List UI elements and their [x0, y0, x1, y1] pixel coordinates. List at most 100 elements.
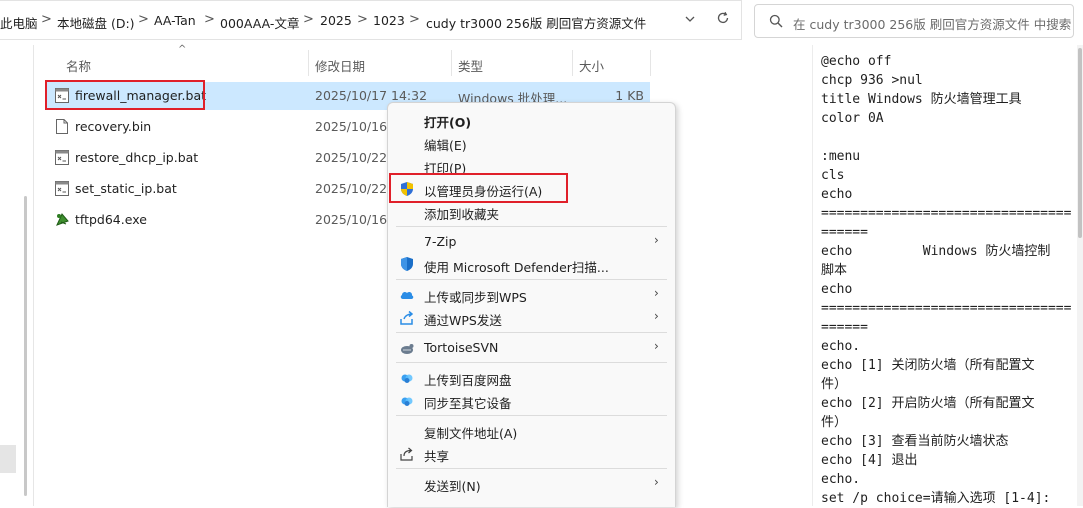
code-line: echo [2] 开启防火墙（所有配置文	[821, 396, 1035, 411]
menu-item-add-to-favorites[interactable]: 添加到收藏夹	[424, 204, 499, 223]
code-line: title Windows 防火墙管理工具	[821, 92, 1022, 107]
code-line: 件）	[821, 415, 848, 430]
menu-divider	[396, 415, 667, 416]
file-date: 2025/10/17 14:32	[315, 88, 428, 103]
search-placeholder: 在 cudy tr3000 256版 刷回官方资源文件 中搜索	[793, 17, 1072, 32]
code-line: echo.	[821, 472, 861, 487]
menu-item-send-via-wps[interactable]: 通过WPS发送	[424, 310, 502, 329]
breadcrumb-1023[interactable]: 1023	[373, 13, 405, 28]
chevron-right-icon: ›	[654, 475, 659, 489]
breadcrumb-separator[interactable]: >	[138, 12, 149, 27]
menu-divider	[396, 332, 667, 333]
navigation-pane[interactable]	[0, 45, 34, 506]
refresh-icon[interactable]	[716, 11, 730, 29]
breadcrumb-aa-tan[interactable]: AA-Tan	[154, 13, 196, 28]
column-header-size[interactable]: 大小	[579, 56, 604, 75]
preview-scrollbar-thumb[interactable]	[1078, 48, 1082, 238]
file-date: 2025/10/16	[315, 212, 388, 227]
menu-item-upload-baidu[interactable]: 上传到百度网盘	[424, 370, 512, 389]
menu-item-edit[interactable]: 编辑(E)	[424, 135, 467, 154]
batch-file-icon	[55, 181, 69, 196]
code-line: ================================	[821, 301, 1072, 316]
preview-text: @echo off chcp 936 >nul title Windows 防火…	[821, 52, 1073, 508]
menu-item-send-to[interactable]: 发送到(N)	[424, 476, 481, 495]
file-date: 2025/10/22	[315, 150, 388, 165]
file-date: 2025/10/16	[315, 119, 388, 134]
menu-item-copy-path[interactable]: 复制文件地址(A)	[424, 423, 517, 442]
menu-item-share[interactable]: 共享	[424, 446, 449, 465]
highlight-box-file	[45, 80, 205, 110]
chevron-down-icon[interactable]	[684, 11, 696, 29]
code-line: :menu	[821, 149, 861, 164]
code-line: set /p choice=请输入选项 [1-4]:	[821, 491, 1051, 506]
breadcrumb-separator[interactable]: >	[204, 12, 215, 27]
sort-ascending-icon: ^	[178, 44, 187, 55]
breadcrumb-separator[interactable]: >	[303, 12, 314, 27]
context-menu: 打开(O) 编辑(E) 打印(P) 以管理员身份运行(A) 添加到收藏夹 7-Z…	[387, 102, 676, 507]
menu-item-open[interactable]: 打开(O)	[424, 112, 471, 131]
file-name: restore_dhcp_ip.bat	[75, 150, 199, 165]
defender-shield-icon	[399, 256, 415, 272]
code-line: echo	[821, 282, 853, 297]
code-line: ================================	[821, 206, 1072, 221]
menu-divider	[396, 226, 667, 227]
column-divider[interactable]	[451, 50, 452, 76]
code-line: 脚本	[821, 263, 848, 278]
code-line: chcp 936 >nul	[821, 73, 923, 88]
menu-item-defender-scan[interactable]: 使用 Microsoft Defender扫描...	[424, 257, 609, 276]
navigation-selected-item[interactable]	[0, 445, 16, 473]
baidu-netdisk-icon	[399, 370, 415, 386]
column-divider[interactable]	[308, 50, 309, 76]
baidu-sync-icon	[399, 393, 415, 409]
highlight-box-run-as-admin	[389, 173, 568, 203]
exe-icon	[55, 212, 69, 227]
menu-divider	[396, 468, 667, 469]
code-line: echo [4] 退出	[821, 453, 918, 468]
code-line: color 0A	[821, 111, 884, 126]
code-line: @echo off	[821, 54, 892, 69]
column-divider[interactable]	[650, 50, 651, 76]
breadcrumb-2025[interactable]: 2025	[320, 13, 352, 28]
file-date: 2025/10/22	[315, 181, 388, 196]
file-size: 1 KB	[615, 88, 644, 103]
code-line: echo Windows 防火墙控制	[821, 244, 1051, 259]
column-divider[interactable]	[572, 50, 573, 76]
wps-cloud-icon	[399, 287, 415, 303]
code-line: echo	[821, 187, 853, 202]
batch-file-icon	[55, 150, 69, 165]
share-icon	[399, 446, 415, 462]
code-line: echo [3] 查看当前防火墙状态	[821, 434, 1009, 449]
menu-divider	[396, 279, 667, 280]
chevron-right-icon: ›	[654, 339, 659, 353]
code-line: echo [1] 关闭防火墙（所有配置文	[821, 358, 1035, 373]
address-bar[interactable]: 此电脑 > 本地磁盘 (D:) > AA-Tan > 000AAA-文章 > 2…	[0, 0, 742, 40]
file-icon	[55, 119, 69, 134]
code-line: ======	[821, 225, 868, 240]
breadcrumb-separator[interactable]: >	[357, 12, 368, 27]
chevron-right-icon: ›	[654, 233, 659, 247]
wps-send-icon	[399, 310, 415, 326]
menu-item-upload-sync-wps[interactable]: 上传或同步到WPS	[424, 287, 527, 306]
menu-divider	[396, 362, 667, 363]
search-box[interactable]: 在 cudy tr3000 256版 刷回官方资源文件 中搜索	[754, 4, 1074, 38]
menu-item-7zip[interactable]: 7-Zip	[424, 234, 456, 249]
chevron-right-icon: ›	[654, 286, 659, 300]
menu-item-tortoisesvn[interactable]: TortoiseSVN	[424, 340, 498, 355]
breadcrumb-drive-d[interactable]: 本地磁盘 (D:)	[57, 13, 135, 32]
code-line: echo.	[821, 339, 861, 354]
navigation-scrollbar[interactable]	[24, 196, 27, 496]
column-header-name[interactable]: 名称	[66, 56, 91, 75]
breadcrumb-current-folder[interactable]: cudy tr3000 256版 刷回官方资源文件	[426, 13, 646, 32]
column-header-type[interactable]: 类型	[458, 56, 483, 75]
code-line: cls	[821, 168, 845, 183]
tortoisesvn-icon	[399, 340, 415, 356]
code-line: ======	[821, 320, 868, 335]
menu-item-sync-devices[interactable]: 同步至其它设备	[424, 393, 512, 412]
code-line: 件）	[821, 377, 848, 392]
column-header-date[interactable]: 修改日期	[315, 56, 365, 75]
breadcrumb-this-pc[interactable]: 此电脑	[0, 13, 38, 32]
file-name: set_static_ip.bat	[75, 181, 177, 196]
breadcrumb-separator[interactable]: >	[409, 12, 420, 27]
breadcrumb-separator[interactable]: >	[41, 12, 52, 27]
breadcrumb-articles[interactable]: 000AAA-文章	[220, 13, 299, 32]
